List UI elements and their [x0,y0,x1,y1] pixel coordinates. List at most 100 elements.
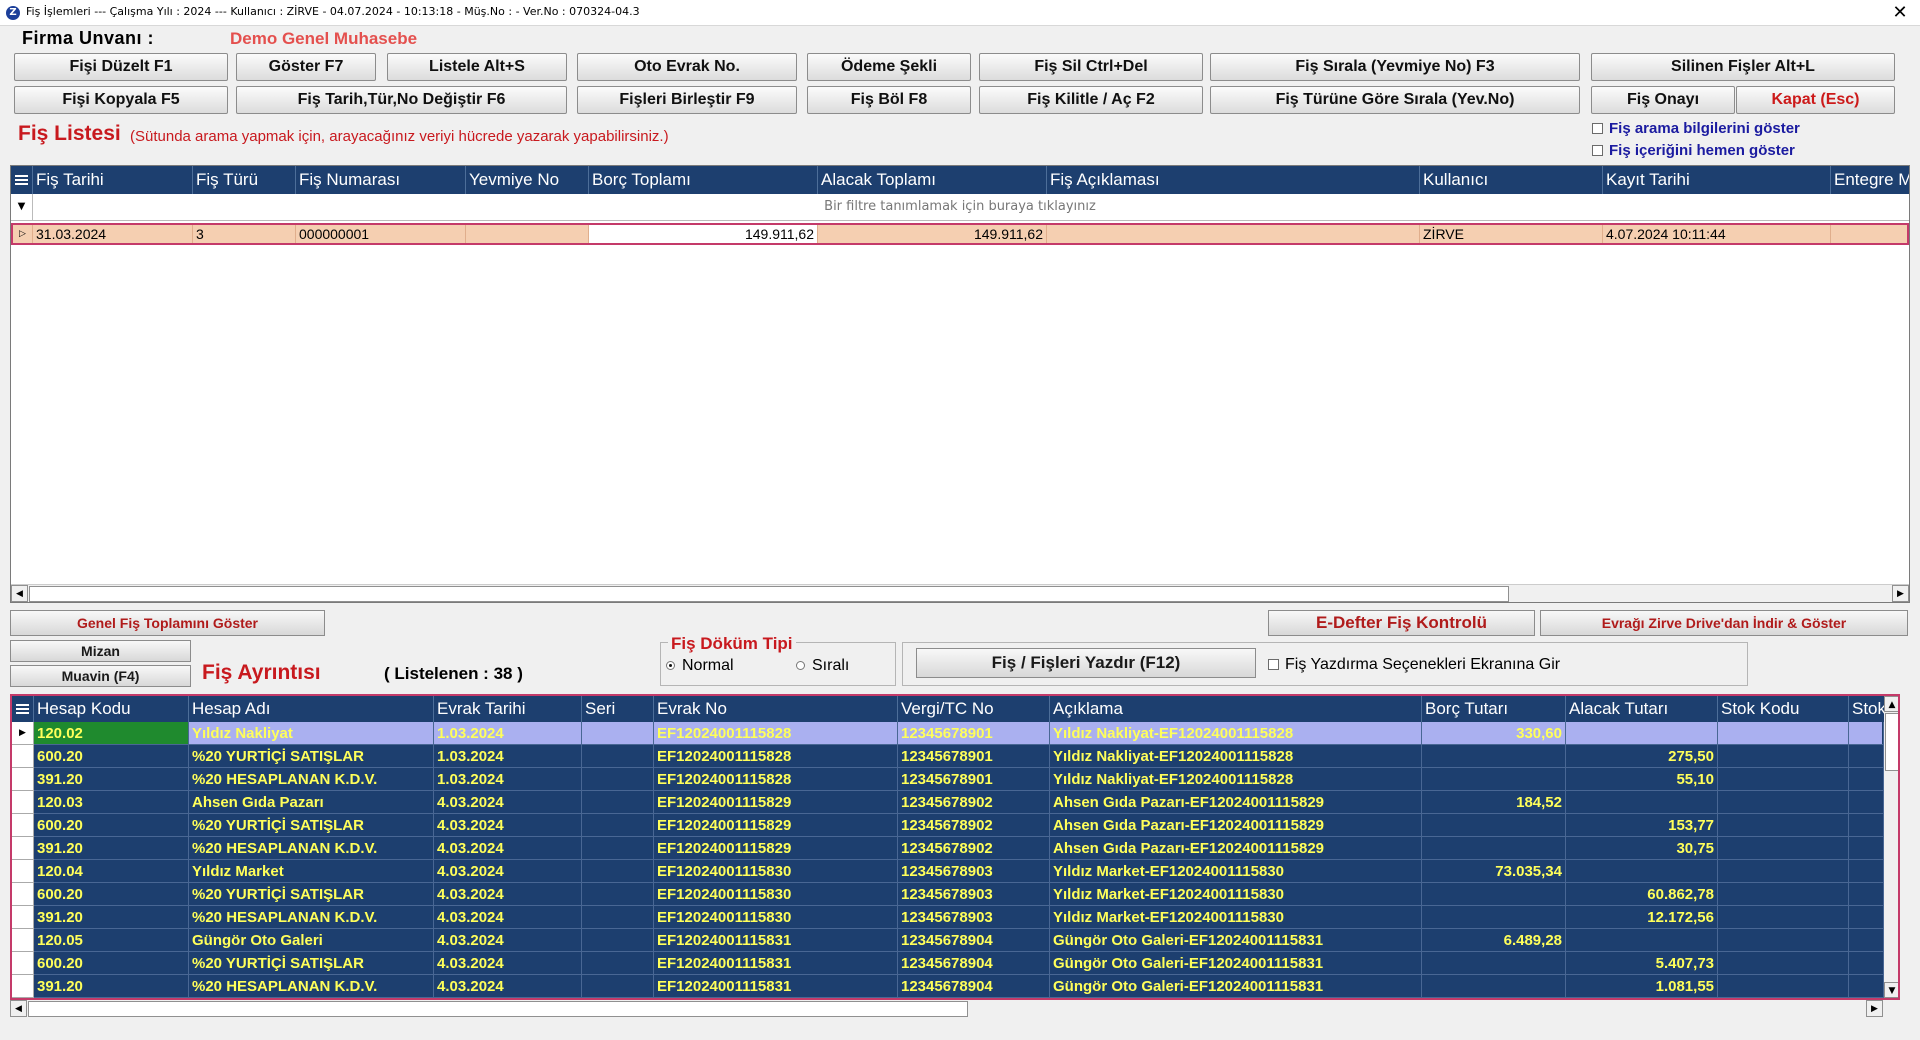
cell-vergi-tc-no[interactable]: 12345678904 [898,929,1050,952]
filter-row[interactable]: Bir filtre tanımlamak için buraya tıklay… [11,194,1909,221]
cell-hesap-adi[interactable]: Yıldız Market [189,860,434,883]
cell-stok[interactable] [1849,722,1884,745]
checkbox-box[interactable] [1268,659,1279,670]
cell-borc-tutari[interactable] [1422,745,1566,768]
odeme-sekli-button[interactable]: Ödeme Şekli [807,53,971,81]
cell-hesap-kodu[interactable]: 391.20 [34,837,189,860]
cell-evrak-tarihi[interactable]: 4.03.2024 [434,975,582,998]
cell-hesap-kodu[interactable]: 391.20 [34,768,189,791]
cell-evrak-no[interactable]: EF12024001115828 [654,768,898,791]
radio-icon[interactable] [796,661,805,670]
cell-seri[interactable] [582,814,654,837]
row-indicator[interactable] [12,860,34,883]
listele-button[interactable]: Listele Alt+S [387,53,567,81]
cell-borc-tutari[interactable] [1422,975,1566,998]
cell-stok-kodu[interactable] [1718,906,1849,929]
cell-stok[interactable] [1849,975,1884,998]
cell-borc-tutari[interactable] [1422,768,1566,791]
cell-alacak-tutari[interactable] [1566,722,1718,745]
cell-aciklama[interactable]: Ahsen Gıda Pazarı-EF12024001115829 [1050,814,1422,837]
cell-hesap-adi[interactable]: %20 YURTİÇİ SATIŞLAR [189,814,434,837]
cell-seri[interactable] [582,791,654,814]
cell-fis-numarasi[interactable]: 000000001 [296,225,466,243]
cell-hesap-adi[interactable]: %20 HESAPLANAN K.D.V. [189,975,434,998]
col-borc-tutari[interactable]: Borç Tutarı [1422,696,1566,722]
cell-vergi-tc-no[interactable]: 12345678903 [898,883,1050,906]
fis-duzelt-button[interactable]: Fişi Düzelt F1 [14,53,228,81]
cell-vergi-tc-no[interactable]: 12345678901 [898,722,1050,745]
cell-yevmiye-no[interactable] [466,225,589,243]
cell-hesap-adi[interactable]: %20 YURTİÇİ SATIŞLAR [189,952,434,975]
cell-alacak-toplami[interactable]: 149.911,62 [818,225,1047,243]
cell-vergi-tc-no[interactable]: 12345678904 [898,975,1050,998]
col-stok-kodu[interactable]: Stok Kodu [1718,696,1849,722]
table-row[interactable]: ▷ 31.03.2024 3 000000001 149.911,62 149.… [11,223,1909,245]
fis-tarih-tur-degistir-button[interactable]: Fiş Tarih,Tür,No Değiştir F6 [236,86,567,114]
cell-stok[interactable] [1849,860,1884,883]
cell-aciklama[interactable]: Yıldız Market-EF12024001115830 [1050,906,1422,929]
cell-alacak-tutari[interactable]: 5.407,73 [1566,952,1718,975]
scroll-right-icon[interactable]: ▶ [1866,1000,1883,1017]
scroll-thumb[interactable] [29,586,1509,602]
cell-hesap-adi[interactable]: %20 HESAPLANAN K.D.V. [189,837,434,860]
cell-stok[interactable] [1849,952,1884,975]
cell-hesap-adi[interactable]: Güngör Oto Galeri [189,929,434,952]
cell-evrak-tarihi[interactable]: 4.03.2024 [434,791,582,814]
col-aciklama[interactable]: Açıklama [1050,696,1422,722]
cell-hesap-kodu[interactable]: 120.03 [34,791,189,814]
cell-evrak-no[interactable]: EF12024001115829 [654,791,898,814]
cell-evrak-tarihi[interactable]: 4.03.2024 [434,814,582,837]
cell-borc-tutari[interactable]: 6.489,28 [1422,929,1566,952]
table-row[interactable]: 391.20 %20 HESAPLANAN K.D.V. 1.03.2024 EF12… [12,768,1884,791]
fisleri-birlestir-button[interactable]: Fişleri Birleştir F9 [577,86,797,114]
cell-borc-tutari[interactable]: 73.035,34 [1422,860,1566,883]
col-alacak-tutari[interactable]: Alacak Tutarı [1566,696,1718,722]
row-indicator[interactable] [12,929,34,952]
cell-fis-tarihi[interactable]: 31.03.2024 [33,225,193,243]
muavin-button[interactable]: Muavin (F4) [10,665,191,687]
grid1-horizontal-scrollbar[interactable]: ◀ ▶ [11,584,1909,602]
row-indicator[interactable] [12,883,34,906]
cell-seri[interactable] [582,860,654,883]
cell-evrak-tarihi[interactable]: 4.03.2024 [434,906,582,929]
cell-aciklama[interactable]: Yıldız Nakliyat-EF12024001115828 [1050,745,1422,768]
cell-alacak-tutari[interactable]: 12.172,56 [1566,906,1718,929]
col-seri[interactable]: Seri [582,696,654,722]
cell-vergi-tc-no[interactable]: 12345678904 [898,952,1050,975]
cell-borc-tutari[interactable]: 184,52 [1422,791,1566,814]
col-fis-tarihi[interactable]: Fiş Tarihi [33,166,193,194]
cell-seri[interactable] [582,722,654,745]
dokum-sirali-radio[interactable]: Sıralı [796,657,849,675]
col-entegre[interactable]: Entegre Mo [1831,166,1909,194]
cell-hesap-kodu[interactable]: 391.20 [34,906,189,929]
mizan-button[interactable]: Mizan [10,640,191,662]
col-borc-toplami[interactable]: Borç Toplamı [589,166,818,194]
table-row[interactable]: 600.20 %20 YURTİÇİ SATIŞLAR 4.03.2024 EF120… [12,952,1884,975]
dokum-normal-radio[interactable]: Normal [666,657,734,675]
cell-stok[interactable] [1849,814,1884,837]
cell-stok[interactable] [1849,929,1884,952]
cell-stok-kodu[interactable] [1718,837,1849,860]
cell-aciklama[interactable]: Ahsen Gıda Pazarı-EF12024001115829 [1050,791,1422,814]
cell-stok[interactable] [1849,883,1884,906]
scroll-thumb[interactable] [1885,713,1898,771]
row-indicator[interactable] [12,791,34,814]
kapat-button[interactable]: Kapat (Esc) [1736,86,1895,114]
cell-evrak-tarihi[interactable]: 4.03.2024 [434,837,582,860]
row-indicator[interactable] [12,952,34,975]
cell-evrak-no[interactable]: EF12024001115831 [654,952,898,975]
cell-evrak-tarihi[interactable]: 4.03.2024 [434,860,582,883]
fis-kilitle-button[interactable]: Fiş Kilitle / Aç F2 [979,86,1203,114]
cell-alacak-tutari[interactable]: 55,10 [1566,768,1718,791]
fis-onayi-button[interactable]: Fiş Onayı [1591,86,1735,114]
cell-aciklama[interactable]: Yıldız Nakliyat-EF12024001115828 [1050,722,1422,745]
cell-evrak-tarihi[interactable]: 4.03.2024 [434,952,582,975]
cell-kayit-tarihi[interactable]: 4.07.2024 10:11:44 [1603,225,1831,243]
cell-borc-tutari[interactable] [1422,883,1566,906]
row-indicator[interactable] [12,814,34,837]
cell-stok[interactable] [1849,791,1884,814]
col-kayit-tarihi[interactable]: Kayıt Tarihi [1603,166,1831,194]
cell-borc-tutari[interactable]: 330,60 [1422,722,1566,745]
table-row[interactable]: 391.20 %20 HESAPLANAN K.D.V. 4.03.2024 EF12… [12,975,1884,998]
cell-vergi-tc-no[interactable]: 12345678902 [898,837,1050,860]
